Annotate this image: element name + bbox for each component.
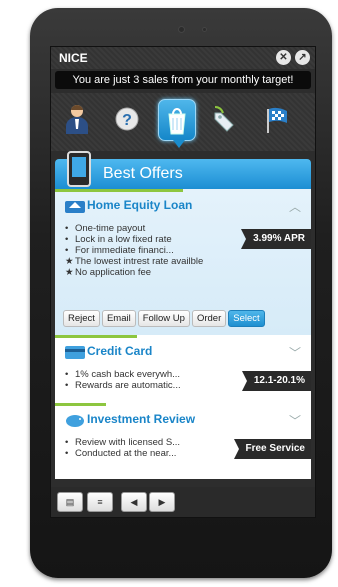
agent-icon[interactable] — [59, 99, 95, 139]
app-screen: NICE ✕ ↗ You are just 3 sales from your … — [50, 46, 316, 518]
list-view-icon[interactable]: ≡ — [87, 492, 113, 512]
offer-progress — [55, 189, 183, 192]
finish-flag-icon[interactable] — [259, 99, 295, 139]
offer-title: Investment Review — [87, 412, 196, 426]
section-header: Best Offers — [55, 151, 311, 189]
reject-button[interactable]: Reject — [63, 310, 100, 327]
svg-text:?: ? — [122, 112, 132, 129]
bottom-toolbar: ▤ ≡ ◀ ▶ — [51, 487, 315, 517]
offer-card-home-equity[interactable]: Home Equity Loan ︿ • One-time payout • Loc… — [55, 189, 311, 336]
offer-progress — [55, 403, 107, 406]
bullet-item: ★No application fee — [65, 267, 152, 278]
email-button[interactable]: Email — [101, 310, 136, 327]
follow-up-button[interactable]: Follow Up — [137, 310, 190, 327]
tag-icon[interactable] — [207, 99, 243, 139]
piggy-bank-icon — [66, 415, 84, 427]
selection-pointer — [173, 140, 185, 148]
section-title: Best Offers — [103, 165, 183, 182]
split-view-icon[interactable]: ▤ — [57, 492, 83, 512]
bullet-item: • For immediate financi... — [65, 245, 174, 256]
bullet-item: • 1% cash back everywh... — [65, 369, 181, 380]
title-bar: NICE ✕ ↗ — [51, 47, 315, 69]
close-icon[interactable]: ✕ — [276, 50, 291, 65]
offer-card-investment-review[interactable]: Investment Review ﹀ • Review with license… — [55, 403, 311, 479]
offers-icon[interactable] — [158, 99, 196, 148]
app-title: NICE — [59, 51, 88, 65]
offer-bullets: • One-time payout • Lock in a low fixed ra… — [65, 223, 203, 278]
expand-icon[interactable]: ↗ — [295, 50, 310, 65]
phone-icon — [67, 151, 91, 187]
offer-actions: Reject Email Follow Up Order Select — [63, 308, 267, 327]
offer-bullets: • Review with licensed S... • Conducted at… — [65, 437, 180, 459]
offer-card-credit-card[interactable]: Credit Card ﹀ • 1% cash back everywh... •… — [55, 335, 311, 404]
credit-card-icon — [65, 346, 85, 359]
rate-badge: Free Service — [233, 439, 311, 459]
main-toolbar: ? — [51, 93, 315, 151]
chevron-down-icon[interactable]: ﹀ — [289, 344, 301, 361]
select-button[interactable]: Select — [228, 310, 265, 327]
bullet-item: • Conducted at the near... — [65, 448, 177, 459]
bullet-item: • Lock in a low fixed rate — [65, 234, 172, 245]
previous-icon[interactable]: ◀ — [121, 492, 147, 512]
chevron-down-icon[interactable]: ﹀ — [289, 412, 301, 429]
target-banner: You are just 3 sales from your monthly t… — [55, 71, 311, 89]
rate-badge: 12.1-20.1% — [241, 371, 311, 391]
rate-badge: 3.99% APR — [241, 229, 311, 249]
camera-icon — [178, 26, 185, 33]
house-money-icon — [65, 201, 85, 213]
bullet-item: ★The lowest intrest rate availble — [65, 256, 204, 267]
offer-list: Home Equity Loan ︿ • One-time payout • Loc… — [55, 189, 311, 479]
order-button[interactable]: Order — [191, 310, 227, 327]
sensor-icon — [202, 27, 207, 32]
offer-title: Credit Card — [87, 344, 153, 358]
offer-title: Home Equity Loan — [87, 198, 193, 212]
bullet-item: • Review with licensed S... — [65, 437, 181, 448]
bullet-item: • One-time payout — [65, 223, 146, 234]
offer-bullets: • 1% cash back everywh... • Rewards are au… — [65, 369, 181, 391]
offer-progress — [55, 335, 137, 338]
chevron-up-icon[interactable]: ︿ — [289, 198, 301, 215]
bullet-item: • Rewards are automatic... — [65, 380, 181, 391]
tablet-device: NICE ✕ ↗ You are just 3 sales from your … — [30, 8, 332, 578]
device-top-bezel — [30, 8, 332, 46]
help-icon[interactable]: ? — [109, 99, 145, 139]
next-icon[interactable]: ▶ — [149, 492, 175, 512]
